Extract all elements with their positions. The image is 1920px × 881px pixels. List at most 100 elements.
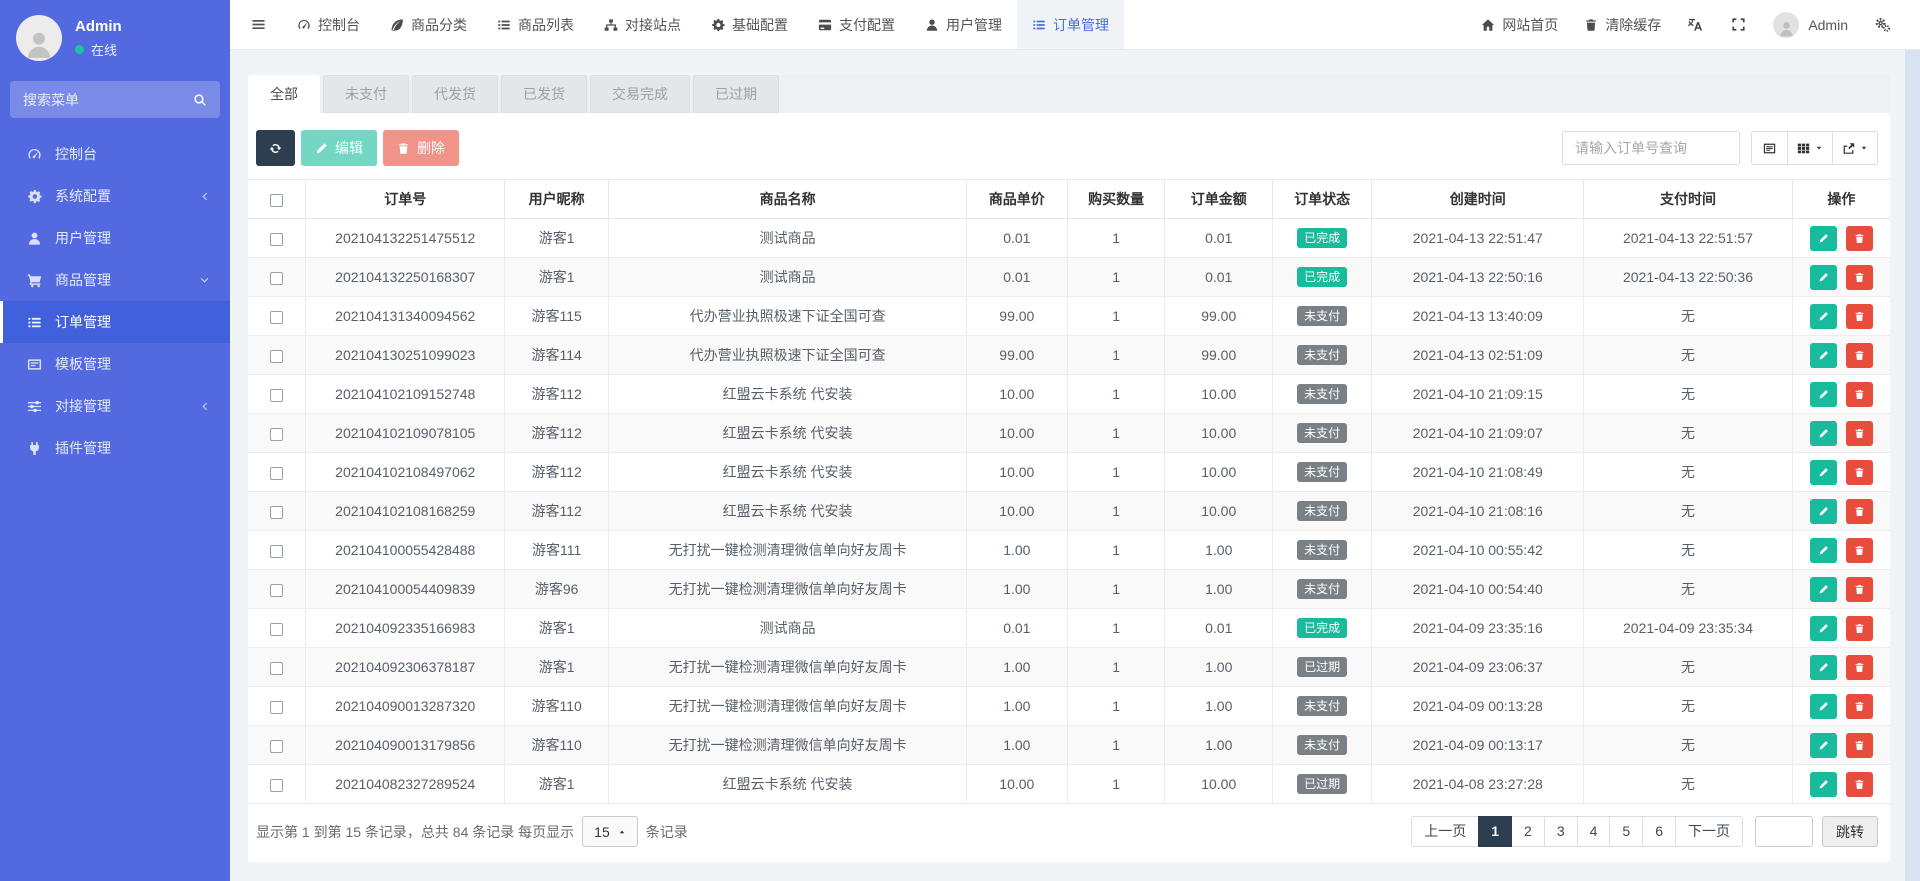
- topnav-item[interactable]: 用户管理: [910, 0, 1017, 49]
- status-tab[interactable]: 交易完成: [590, 75, 690, 113]
- sidebar-item[interactable]: 对接管理: [0, 385, 230, 427]
- row-checkbox[interactable]: [270, 272, 283, 285]
- language-button[interactable]: [1674, 0, 1717, 49]
- topnav-item[interactable]: 控制台: [282, 0, 375, 49]
- sidebar-item[interactable]: 用户管理: [0, 217, 230, 259]
- page-button[interactable]: 1: [1478, 816, 1512, 847]
- row-delete-button[interactable]: [1846, 421, 1873, 446]
- status-tab[interactable]: 已发货: [501, 75, 587, 113]
- table-row[interactable]: 202104100054409839 游客96 无打扰一键检测清理微信单向好友周…: [248, 570, 1890, 609]
- row-delete-button[interactable]: [1846, 382, 1873, 407]
- row-checkbox[interactable]: [270, 701, 283, 714]
- sidebar-item[interactable]: 控制台: [0, 133, 230, 175]
- sidebar-item[interactable]: 系统配置: [0, 175, 230, 217]
- table-row[interactable]: 202104090013179856 游客110 无打扰一键检测清理微信单向好友…: [248, 726, 1890, 765]
- table-row[interactable]: 202104100055428488 游客111 无打扰一键检测清理微信单向好友…: [248, 531, 1890, 570]
- row-checkbox[interactable]: [270, 350, 283, 363]
- user-menu[interactable]: Admin: [1760, 0, 1861, 49]
- sidebar-item[interactable]: 订单管理: [0, 301, 230, 343]
- row-edit-button[interactable]: [1810, 772, 1837, 797]
- row-checkbox[interactable]: [270, 467, 283, 480]
- scrollbar[interactable]: [1905, 50, 1920, 881]
- topnav-item[interactable]: 基础配置: [696, 0, 803, 49]
- row-edit-button[interactable]: [1810, 343, 1837, 368]
- row-delete-button[interactable]: [1846, 694, 1873, 719]
- page-button[interactable]: 4: [1577, 816, 1611, 847]
- table-row[interactable]: 202104102109152748 游客112 红盟云卡系统 代安装 10.0…: [248, 375, 1890, 414]
- row-checkbox[interactable]: [270, 311, 283, 324]
- row-delete-button[interactable]: [1846, 733, 1873, 758]
- topnav-item[interactable]: 支付配置: [803, 0, 910, 49]
- export-button[interactable]: [1832, 131, 1878, 165]
- table-row[interactable]: 202104131340094562 游客115 代办营业执照极速下证全国可查 …: [248, 297, 1890, 336]
- page-button[interactable]: 上一页: [1411, 816, 1479, 847]
- edit-button[interactable]: 编辑: [301, 130, 377, 166]
- row-edit-button[interactable]: [1810, 265, 1837, 290]
- row-delete-button[interactable]: [1846, 499, 1873, 524]
- row-edit-button[interactable]: [1810, 421, 1837, 446]
- page-button[interactable]: 6: [1642, 816, 1676, 847]
- sidebar-item[interactable]: 商品管理: [0, 259, 230, 301]
- page-button[interactable]: 3: [1544, 816, 1578, 847]
- row-delete-button[interactable]: [1846, 616, 1873, 641]
- menu-search[interactable]: [10, 81, 220, 118]
- row-delete-button[interactable]: [1846, 265, 1873, 290]
- menu-search-input[interactable]: [23, 92, 193, 108]
- table-row[interactable]: 202104102108497062 游客112 红盟云卡系统 代安装 10.0…: [248, 453, 1890, 492]
- sidebar-user-panel[interactable]: Admin 在线: [0, 0, 230, 73]
- row-delete-button[interactable]: [1846, 460, 1873, 485]
- page-jump-button[interactable]: 跳转: [1822, 816, 1878, 847]
- row-edit-button[interactable]: [1810, 577, 1837, 602]
- page-button[interactable]: 5: [1609, 816, 1643, 847]
- topnav-item[interactable]: 对接站点: [589, 0, 696, 49]
- row-delete-button[interactable]: [1846, 577, 1873, 602]
- site-home-link[interactable]: 网站首页: [1468, 0, 1571, 49]
- detail-view-button[interactable]: [1751, 131, 1788, 165]
- table-row[interactable]: 202104132250168307 游客1 测试商品 0.01 1 0.01 …: [248, 258, 1890, 297]
- table-row[interactable]: 202104132251475512 游客1 测试商品 0.01 1 0.01 …: [248, 219, 1890, 258]
- topnav-item[interactable]: 订单管理: [1017, 0, 1124, 49]
- page-button[interactable]: 2: [1511, 816, 1545, 847]
- row-edit-button[interactable]: [1810, 655, 1837, 680]
- row-delete-button[interactable]: [1846, 226, 1873, 251]
- settings-button[interactable]: [1861, 0, 1904, 49]
- page-button[interactable]: 下一页: [1675, 816, 1743, 847]
- row-delete-button[interactable]: [1846, 772, 1873, 797]
- row-checkbox[interactable]: [270, 389, 283, 402]
- row-checkbox[interactable]: [270, 779, 283, 792]
- row-delete-button[interactable]: [1846, 343, 1873, 368]
- row-checkbox[interactable]: [270, 740, 283, 753]
- table-row[interactable]: 202104130251099023 游客114 代办营业执照极速下证全国可查 …: [248, 336, 1890, 375]
- table-row[interactable]: 202104102108168259 游客112 红盟云卡系统 代安装 10.0…: [248, 492, 1890, 531]
- page-jump-input[interactable]: [1755, 816, 1813, 847]
- row-edit-button[interactable]: [1810, 694, 1837, 719]
- row-checkbox[interactable]: [270, 545, 283, 558]
- table-row[interactable]: 202104092306378187 游客1 无打扰一键检测清理微信单向好友周卡…: [248, 648, 1890, 687]
- row-edit-button[interactable]: [1810, 616, 1837, 641]
- row-edit-button[interactable]: [1810, 382, 1837, 407]
- row-edit-button[interactable]: [1810, 226, 1837, 251]
- row-edit-button[interactable]: [1810, 733, 1837, 758]
- fullscreen-button[interactable]: [1717, 0, 1760, 49]
- table-row[interactable]: 202104090013287320 游客110 无打扰一键检测清理微信单向好友…: [248, 687, 1890, 726]
- row-edit-button[interactable]: [1810, 499, 1837, 524]
- status-tab[interactable]: 未支付: [323, 75, 409, 113]
- sidebar-item[interactable]: 插件管理: [0, 427, 230, 469]
- table-row[interactable]: 202104082327289524 游客1 红盟云卡系统 代安装 10.00 …: [248, 765, 1890, 804]
- topnav-item[interactable]: 商品列表: [482, 0, 589, 49]
- sidebar-toggle-button[interactable]: [230, 0, 282, 49]
- select-all-checkbox[interactable]: [270, 194, 283, 207]
- page-size-select[interactable]: 15: [582, 816, 638, 847]
- sidebar-item[interactable]: 模板管理: [0, 343, 230, 385]
- row-checkbox[interactable]: [270, 428, 283, 441]
- delete-button[interactable]: 删除: [383, 130, 459, 166]
- row-delete-button[interactable]: [1846, 538, 1873, 563]
- columns-button[interactable]: [1787, 131, 1833, 165]
- row-checkbox[interactable]: [270, 506, 283, 519]
- refresh-button[interactable]: [256, 130, 295, 166]
- table-row[interactable]: 202104102109078105 游客112 红盟云卡系统 代安装 10.0…: [248, 414, 1890, 453]
- row-checkbox[interactable]: [270, 584, 283, 597]
- row-edit-button[interactable]: [1810, 304, 1837, 329]
- table-row[interactable]: 202104092335166983 游客1 测试商品 0.01 1 0.01 …: [248, 609, 1890, 648]
- status-tab[interactable]: 全部: [248, 75, 320, 113]
